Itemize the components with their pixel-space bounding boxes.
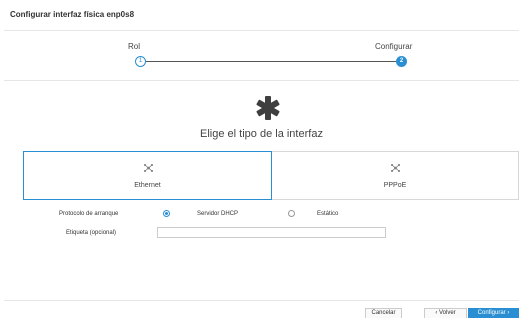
configure-interface-dialog: Configurar interfaz física enp0s8 Rol Co… [4, 2, 519, 318]
tag-input[interactable] [157, 227, 386, 238]
step-label-rol[interactable]: Rol [128, 42, 140, 51]
asterisk-icon [256, 96, 280, 120]
dhcp-radio[interactable] [163, 210, 170, 217]
type-option-pppoe[interactable]: PPPoE [272, 151, 519, 200]
step-connector [141, 61, 401, 62]
type-option-ethernet[interactable]: Ethernet [23, 151, 272, 200]
static-radio-label[interactable]: Estático [317, 211, 338, 217]
footer-divider [4, 300, 519, 301]
cancel-button[interactable]: Cancelar [365, 308, 402, 318]
network-nodes-icon [391, 164, 400, 172]
type-option-label: PPPoE [383, 182, 407, 189]
step-1-indicator[interactable]: 1 [135, 56, 146, 67]
dialog-header: Configurar interfaz física enp0s8 [4, 2, 519, 31]
back-button[interactable]: ‹ Volver [424, 308, 467, 318]
divider [4, 80, 519, 81]
type-option-label: Ethernet [134, 182, 161, 189]
dialog-title: Configurar interfaz física enp0s8 [10, 10, 135, 19]
step-label-configurar: Configurar [375, 42, 413, 51]
step-2-indicator: 2 [396, 56, 407, 67]
configure-button[interactable]: Configurar › [468, 308, 519, 318]
network-nodes-icon [144, 164, 153, 172]
interface-type-heading: Elige el tipo de la interfaz [200, 128, 323, 140]
tag-label: Etiqueta (opcional) [66, 230, 117, 236]
boot-protocol-label: Protocolo de arranque [59, 211, 119, 217]
dhcp-radio-label[interactable]: Servidor DHCP [197, 211, 238, 217]
static-radio[interactable] [288, 210, 295, 217]
